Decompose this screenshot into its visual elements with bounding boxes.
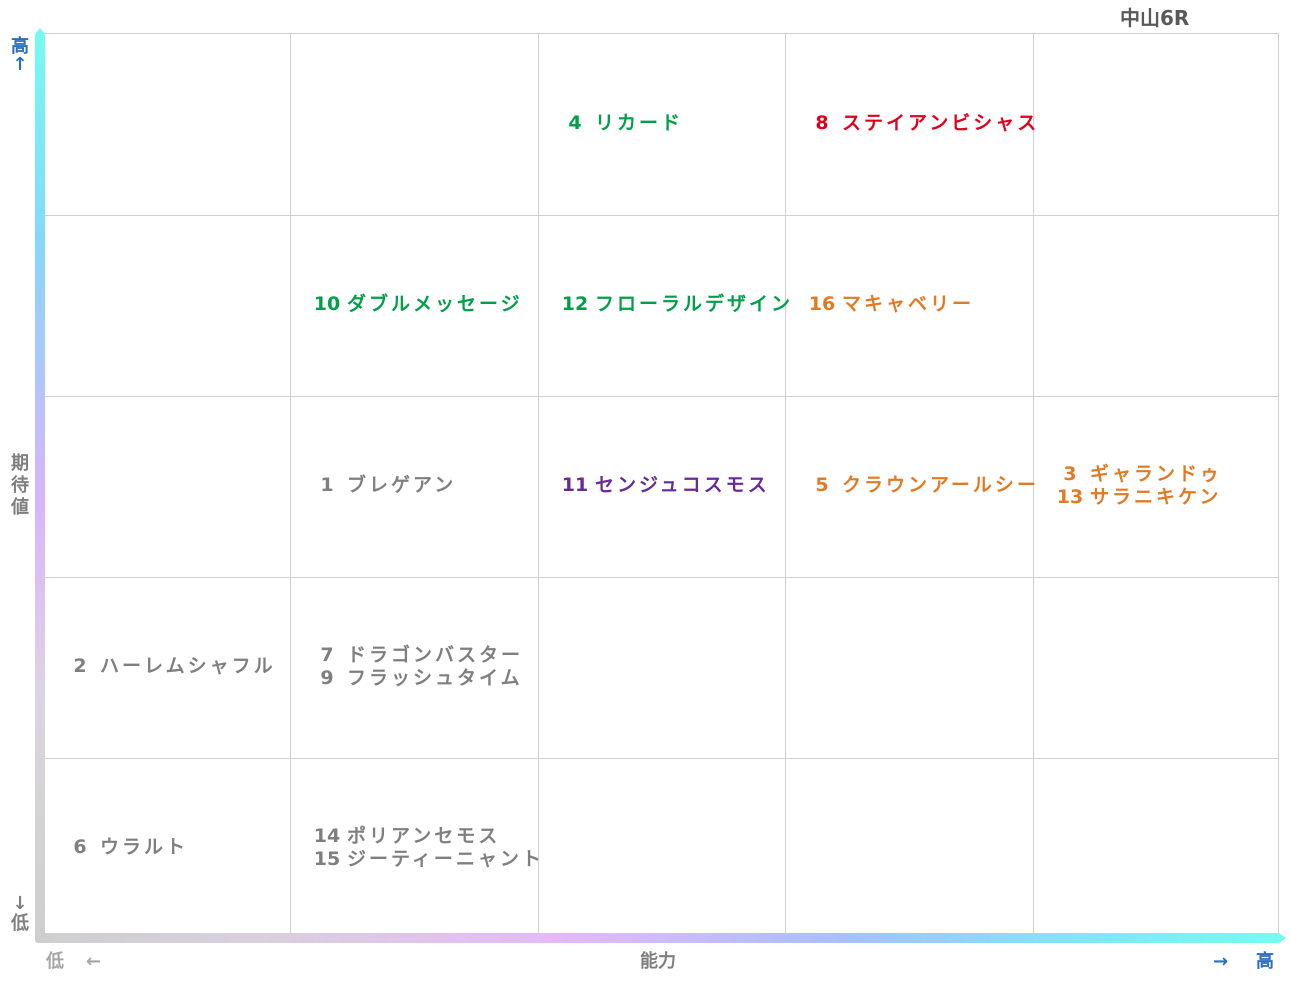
- horse-label-5: 5 クラウンアールシー: [802, 474, 1039, 497]
- grid-line-horizontal: [43, 215, 1278, 216]
- horse-number: 13: [1056, 486, 1084, 508]
- horse-name: ポリアンセモス: [347, 825, 501, 847]
- horse-number: 11: [561, 474, 589, 496]
- y-axis-low-text: 低: [11, 913, 29, 934]
- horse-name: ドラゴンバスター: [347, 644, 524, 666]
- y-axis-title-char: 値: [11, 497, 29, 518]
- horse-label-14: 14 ポリアンセモス: [307, 825, 500, 848]
- horse-name: クラウンアールシー: [842, 474, 1039, 496]
- y-axis-title: 期待値: [10, 453, 30, 519]
- horse-label-11: 11 センジュコスモス: [555, 474, 770, 497]
- horse-number: 6: [73, 836, 87, 858]
- y-axis-title-char: 待: [11, 475, 29, 496]
- horse-number: 10: [313, 293, 341, 315]
- y-axis-low-label: ↓ 低: [10, 893, 30, 935]
- horse-name: サラニキケン: [1090, 486, 1222, 508]
- horse-name: フラッシュタイム: [347, 667, 523, 689]
- grid-line-horizontal: [43, 577, 1278, 578]
- horse-number: 3: [1063, 463, 1077, 485]
- horse-number: 15: [313, 848, 341, 870]
- x-axis-high-text: 高: [1256, 951, 1274, 972]
- horse-number: 1: [320, 474, 334, 496]
- horse-label-6: 6 ウラルト: [60, 836, 188, 859]
- horse-name: マキャベリー: [842, 293, 975, 315]
- horse-label-1: 1 ブレゲアン: [307, 474, 456, 497]
- horse-number: 12: [561, 293, 589, 315]
- horse-label-13: 13 サラニキケン: [1050, 486, 1221, 509]
- horse-label-2: 2 ハーレムシャフル: [60, 655, 276, 678]
- horse-name: センジュコスモス: [595, 474, 770, 496]
- grid-line-vertical: [538, 34, 539, 937]
- horse-label-10: 10 ダブルメッセージ: [307, 293, 523, 316]
- grid-line-vertical: [290, 34, 291, 937]
- horse-number: 4: [568, 112, 582, 134]
- y-axis-arrowhead: [35, 28, 45, 34]
- horse-number: 9: [320, 667, 334, 689]
- y-axis-high-label: 高 ↑: [10, 36, 30, 76]
- x-axis-bar: [35, 933, 1280, 943]
- horse-number: 7: [320, 644, 334, 666]
- x-axis-arrowhead: [1279, 933, 1286, 943]
- horse-label-16: 16 マキャベリー: [802, 293, 974, 316]
- horse-name: リカード: [595, 112, 684, 134]
- horse-label-15: 15 ジーティーニャント: [307, 848, 544, 871]
- y-axis-bar: [35, 33, 45, 941]
- horse-label-3: 3 ギャランドゥ: [1050, 463, 1222, 486]
- horse-name: ダブルメッセージ: [347, 293, 523, 315]
- horse-label-12: 12 フローラルデザイン: [555, 293, 793, 316]
- x-axis-title: 能力: [640, 951, 676, 972]
- horse-label-4: 4 リカード: [555, 112, 683, 135]
- horse-label-7: 7 ドラゴンバスター: [307, 644, 523, 667]
- horse-name: ウラルト: [100, 836, 189, 858]
- horse-name: フローラルデザイン: [595, 293, 794, 315]
- horse-name: ステイアンビシャス: [842, 112, 1040, 134]
- y-axis-up-arrow-icon: ↑: [12, 54, 28, 75]
- grid-line-horizontal: [43, 758, 1278, 759]
- horse-number: 16: [808, 293, 836, 315]
- horse-name: ハーレムシャフル: [100, 655, 276, 677]
- grid-line-horizontal: [43, 396, 1278, 397]
- horse-name: ギャランドゥ: [1090, 463, 1223, 485]
- y-axis-title-char: 期: [11, 453, 29, 474]
- grid-line-vertical: [785, 34, 786, 937]
- race-title: 中山6R: [1120, 6, 1190, 30]
- horse-number: 14: [313, 825, 341, 847]
- horse-number: 2: [73, 655, 87, 677]
- horse-label-9: 9 フラッシュタイム: [307, 667, 523, 690]
- y-axis-down-arrow-icon: ↓: [12, 893, 28, 914]
- x-axis-left-arrow-icon: ←: [86, 951, 102, 972]
- horse-name: ジーティーニャント: [347, 848, 544, 870]
- horse-label-8: 8 ステイアンビシャス: [802, 112, 1039, 135]
- horse-number: 8: [815, 112, 829, 134]
- x-axis-right-arrow-icon: →: [1213, 951, 1229, 972]
- horse-name: ブレゲアン: [347, 474, 457, 496]
- x-axis-low-text: 低: [46, 951, 64, 972]
- horse-number: 5: [815, 474, 829, 496]
